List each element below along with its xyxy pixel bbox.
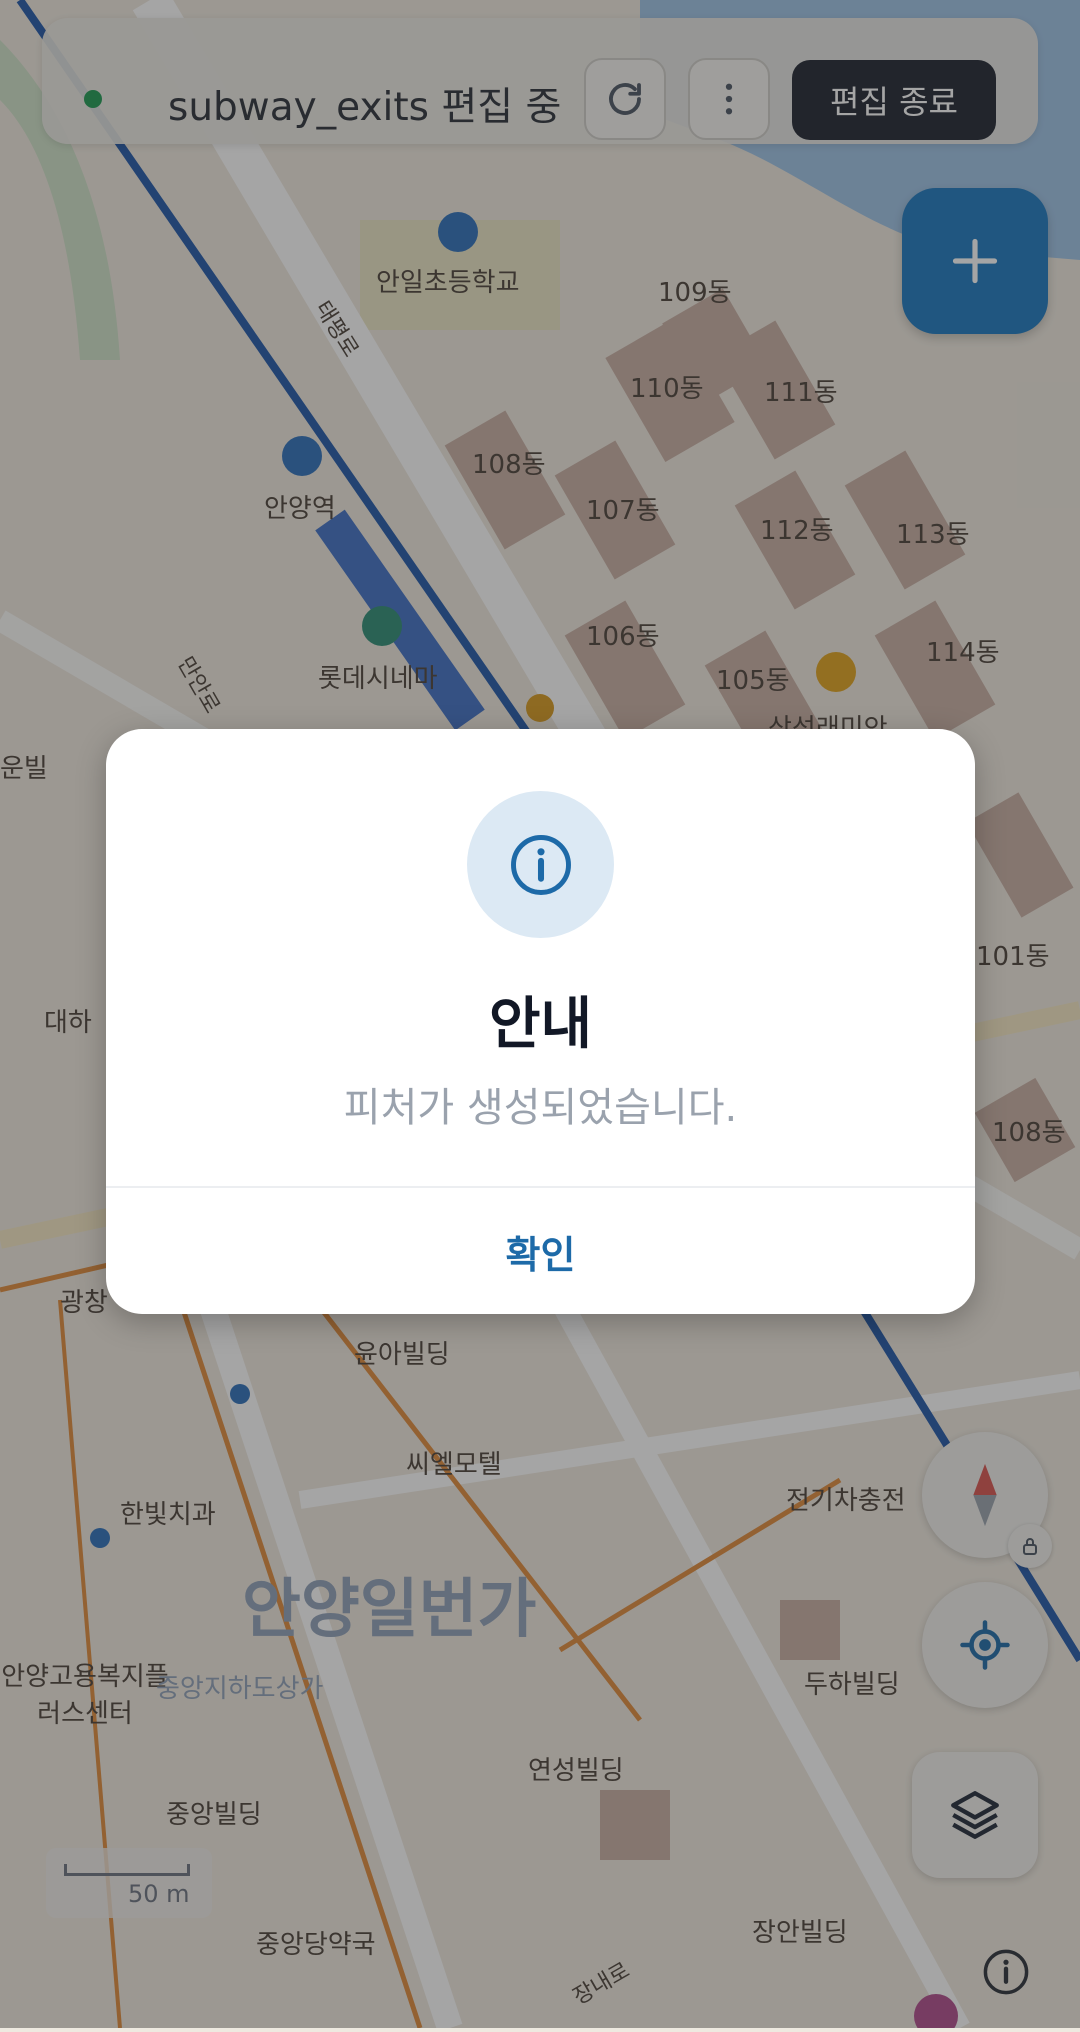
- dialog-message: 피처가 생성되었습니다.: [343, 1085, 738, 1131]
- confirm-button[interactable]: 확인: [106, 1188, 975, 1314]
- info-icon: [510, 834, 571, 895]
- alert-dialog: 안내 피처가 생성되었습니다. 확인: [106, 729, 975, 1314]
- dialog-title: 안내: [488, 992, 593, 1057]
- dialog-icon-circle: [467, 791, 614, 938]
